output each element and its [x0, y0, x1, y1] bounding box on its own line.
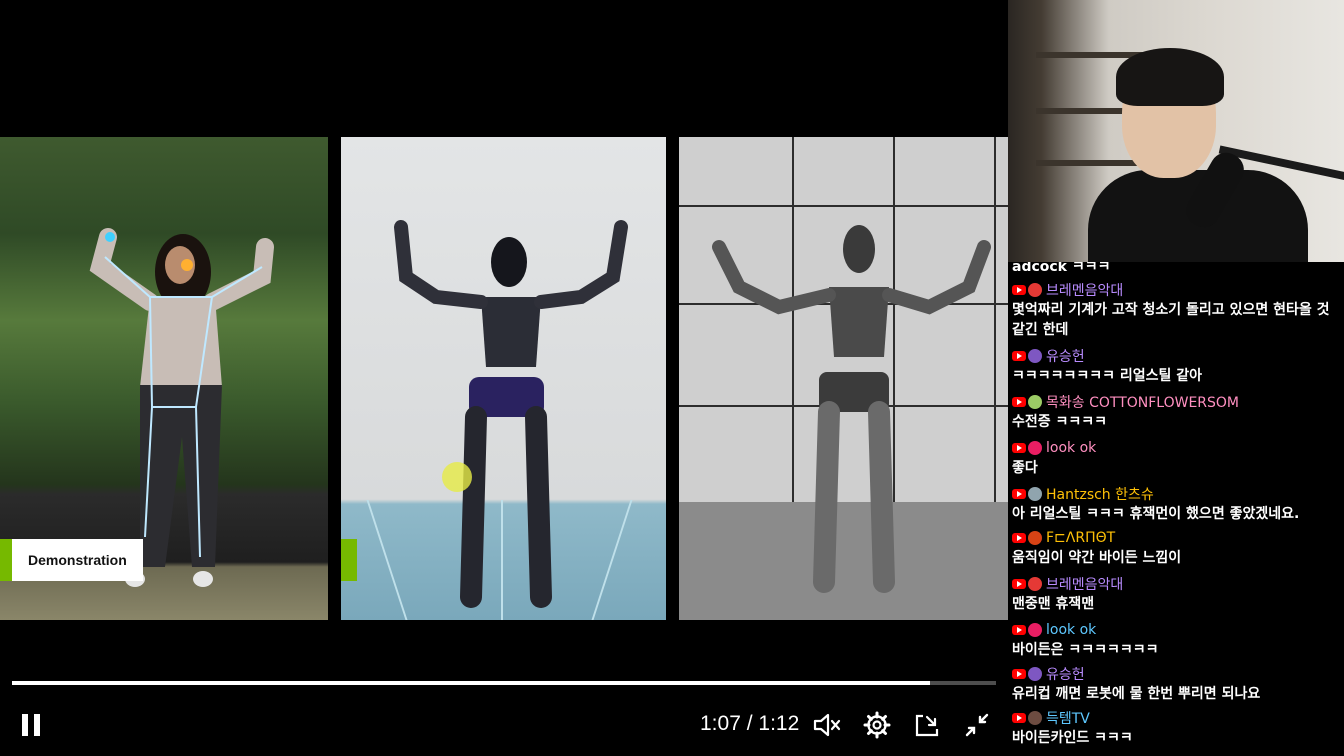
- avatar[interactable]: [1028, 441, 1042, 455]
- avatar[interactable]: [1028, 349, 1042, 363]
- volume-muted-icon: [813, 713, 841, 737]
- chat-author-row: 득템TV: [1012, 708, 1342, 728]
- chat-author-row: 목화송 COTTONFLOWERSOM: [1012, 392, 1342, 412]
- chat-message-text: ㅋㅋㅋㅋㅋㅋㅋㅋ 리얼스틸 같아: [1012, 368, 1203, 384]
- robot-simulation-figure: [394, 220, 628, 608]
- video-player[interactable]: Demonstration 1:07 / 1:12: [0, 0, 1008, 756]
- chat-message: 유승헌유리컵 깨면 로봇에 물 한번 뿌리면 되나요: [1012, 664, 1342, 704]
- youtube-icon: [1012, 625, 1026, 635]
- chat-author[interactable]: 브레멘음악대: [1046, 280, 1123, 300]
- avatar[interactable]: [1028, 531, 1042, 545]
- avatar[interactable]: [1028, 487, 1042, 501]
- live-chat: adcock ㅋㅋㅋ 브레멘음악대 몇억짜리 기계가 고작 청소기 돌리고 있으면…: [1008, 262, 1344, 756]
- youtube-icon: [1012, 489, 1026, 499]
- chat-message: 득템TV 바이든카인드 ㅋㅋㅋ: [1012, 708, 1342, 748]
- chat-message-text: 움직임이 약간 바이든 느낌이: [1012, 550, 1182, 566]
- youtube-icon: [1012, 443, 1026, 453]
- chat-message: 목화송 COTTONFLOWERSOM 수전증 ㅋㅋㅋㅋ: [1012, 392, 1342, 432]
- chat-author-row: 브레멘음악대: [1012, 574, 1342, 594]
- mute-button[interactable]: [808, 706, 846, 744]
- avatar[interactable]: [1028, 395, 1042, 409]
- label-accent-bar: [341, 539, 357, 581]
- chat-author[interactable]: look ok: [1046, 622, 1096, 638]
- pause-icon: [22, 714, 40, 736]
- chat-author[interactable]: 브레멘음악대: [1046, 574, 1123, 594]
- time-separator: /: [746, 712, 753, 735]
- demonstration-label-text: Demonstration: [12, 539, 143, 581]
- streamer-webcam: [1008, 0, 1344, 262]
- youtube-icon: [1012, 351, 1026, 361]
- chat-message-text: 아 리얼스틸 ㅋㅋㅋ 휴잭먼이 했으면 좋았겠네요.: [1012, 506, 1300, 522]
- avatar[interactable]: [1028, 667, 1042, 681]
- demonstration-label: Demonstration: [0, 539, 143, 581]
- youtube-icon: [1012, 533, 1026, 543]
- chat-author[interactable]: F⊏ΛRΠΘT: [1046, 530, 1115, 546]
- exit-fullscreen-button[interactable]: [958, 706, 996, 744]
- chat-author-row: 유승헌: [1012, 346, 1342, 366]
- time-total: 1:12: [758, 712, 800, 735]
- youtube-icon: [1012, 285, 1026, 295]
- real-robot-panel: [679, 137, 1008, 620]
- chat-message-text: 유리컵 깨면 로봇에 물 한번 뿌리면 되나요: [1012, 686, 1261, 702]
- chat-author[interactable]: 유승헌: [1046, 346, 1085, 366]
- chat-author[interactable]: Hantzsch 한츠슈: [1046, 484, 1154, 504]
- time-display: 1:07 / 1:12: [700, 712, 799, 736]
- chat-author[interactable]: look ok: [1046, 440, 1096, 456]
- avatar[interactable]: [1028, 623, 1042, 637]
- shelf: [1036, 160, 1146, 166]
- chat-message-text: 바이든은 ㅋㅋㅋㅋㅋㅋㅋ: [1012, 642, 1159, 658]
- chat-message-text: 바이든카인드 ㅋㅋㅋ: [1012, 730, 1133, 746]
- time-current: 1:07: [700, 712, 741, 735]
- exit-fullscreen-icon: [965, 713, 989, 737]
- chat-message-text: 몇억짜리 기계가 고작 청소기 돌리고 있으면 현타올 것 같긴 한데: [1012, 302, 1330, 338]
- chat-message-text: 좋다: [1012, 460, 1038, 476]
- chat-author-row: look ok: [1012, 620, 1342, 640]
- youtube-icon: [1012, 579, 1026, 589]
- picture-in-picture-icon: [915, 714, 939, 737]
- chat-message: 브레멘음악대 몇억짜리 기계가 고작 청소기 돌리고 있으면 현타올 것 같긴 한…: [1012, 280, 1342, 340]
- chat-partial-line: adcock ㅋㅋㅋ: [1012, 262, 1111, 275]
- gear-icon: [863, 711, 891, 739]
- chat-author[interactable]: 유승헌: [1046, 664, 1085, 684]
- pointer-highlight-icon: [442, 462, 472, 492]
- youtube-icon: [1012, 669, 1026, 679]
- chat-message-text: 맨중맨 휴잭맨: [1012, 596, 1095, 612]
- youtube-icon: [1012, 397, 1026, 407]
- player-controls: 1:07 / 1:12: [0, 700, 1008, 750]
- chat-message: Hantzsch 한츠슈아 리얼스틸 ㅋㅋㅋ 휴잭먼이 했으면 좋았겠네요.: [1012, 484, 1342, 524]
- chat-message: look ok 바이든은 ㅋㅋㅋㅋㅋㅋㅋ: [1012, 620, 1342, 660]
- chat-author-row: Hantzsch 한츠슈: [1012, 484, 1342, 504]
- chat-message: 브레멘음악대맨중맨 휴잭맨: [1012, 574, 1342, 614]
- chat-message-text: 수전증 ㅋㅋㅋㅋ: [1012, 414, 1108, 430]
- simulation-panel: [341, 137, 666, 620]
- avatar[interactable]: [1028, 283, 1042, 297]
- chat-author[interactable]: 득템TV: [1046, 708, 1090, 728]
- chat-message: look ok 좋다: [1012, 438, 1342, 478]
- pause-button[interactable]: [14, 706, 48, 744]
- progress-bar[interactable]: [12, 681, 996, 685]
- chat-author-row: look ok: [1012, 438, 1342, 458]
- real-robot-figure: [712, 225, 991, 593]
- chat-message: 유승헌 ㅋㅋㅋㅋㅋㅋㅋㅋ 리얼스틸 같아: [1012, 346, 1342, 386]
- label-accent-bar: [0, 539, 12, 581]
- progress-fill: [12, 681, 931, 685]
- miniplayer-button[interactable]: [908, 706, 946, 744]
- chat-author-row: F⊏ΛRΠΘT: [1012, 528, 1342, 548]
- streamer-hair: [1116, 48, 1224, 106]
- avatar[interactable]: [1028, 711, 1042, 725]
- chat-author-row: 브레멘음악대: [1012, 280, 1342, 300]
- demonstration-panel: Demonstration: [0, 137, 328, 620]
- settings-button[interactable]: [858, 706, 896, 744]
- avatar[interactable]: [1028, 577, 1042, 591]
- chat-author-row: 유승헌: [1012, 664, 1342, 684]
- chat-message: F⊏ΛRΠΘT 움직임이 약간 바이든 느낌이: [1012, 528, 1342, 568]
- youtube-icon: [1012, 713, 1026, 723]
- chat-author[interactable]: 목화송 COTTONFLOWERSOM: [1046, 392, 1239, 412]
